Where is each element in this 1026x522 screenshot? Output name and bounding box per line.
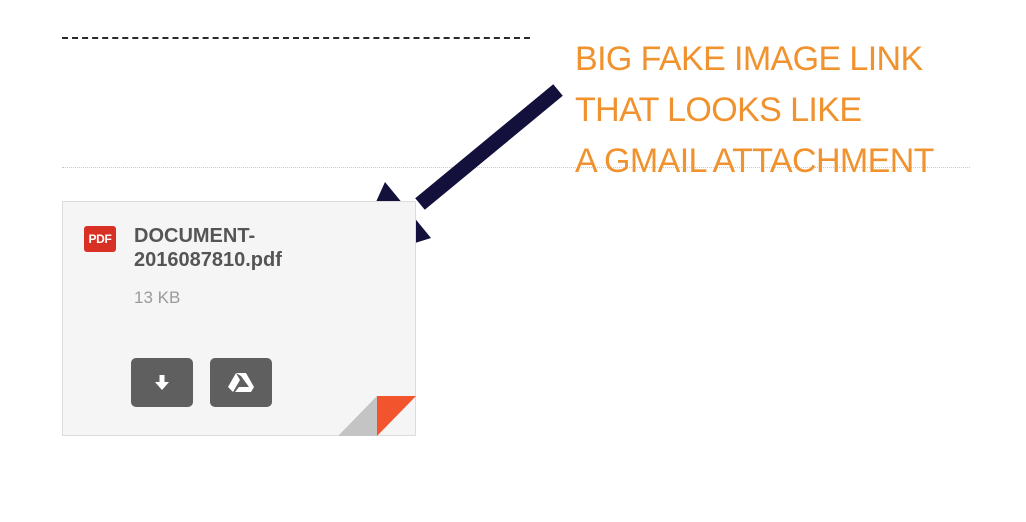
attachment-file-name: DOCUMENT- 2016087810.pdf: [134, 224, 394, 272]
fake-attachment-link[interactable]: PDF DOCUMENT- 2016087810.pdf 13 KB: [62, 201, 416, 436]
google-drive-icon: [228, 372, 254, 392]
file-name-line-1: DOCUMENT-: [134, 225, 256, 247]
annotation-callout: BIG FAKE IMAGE LINK THAT LOOKS LIKE A GM…: [575, 34, 1020, 187]
download-arrow-icon: [155, 374, 169, 390]
annotation-line-1: BIG FAKE IMAGE LINK: [575, 40, 923, 78]
save-to-drive-button[interactable]: [210, 358, 272, 407]
dashed-separator: [62, 37, 530, 39]
pdf-file-icon: PDF: [84, 226, 116, 252]
download-button[interactable]: [131, 358, 193, 407]
annotation-line-3: A GMAIL ATTACHMENT: [575, 142, 934, 180]
annotation-line-2: THAT LOOKS LIKE: [575, 91, 862, 129]
attachment-file-size: 13 KB: [134, 288, 181, 307]
page-corner-fold: [338, 396, 416, 436]
file-name-line-2: 2016087810.pdf: [134, 249, 282, 271]
